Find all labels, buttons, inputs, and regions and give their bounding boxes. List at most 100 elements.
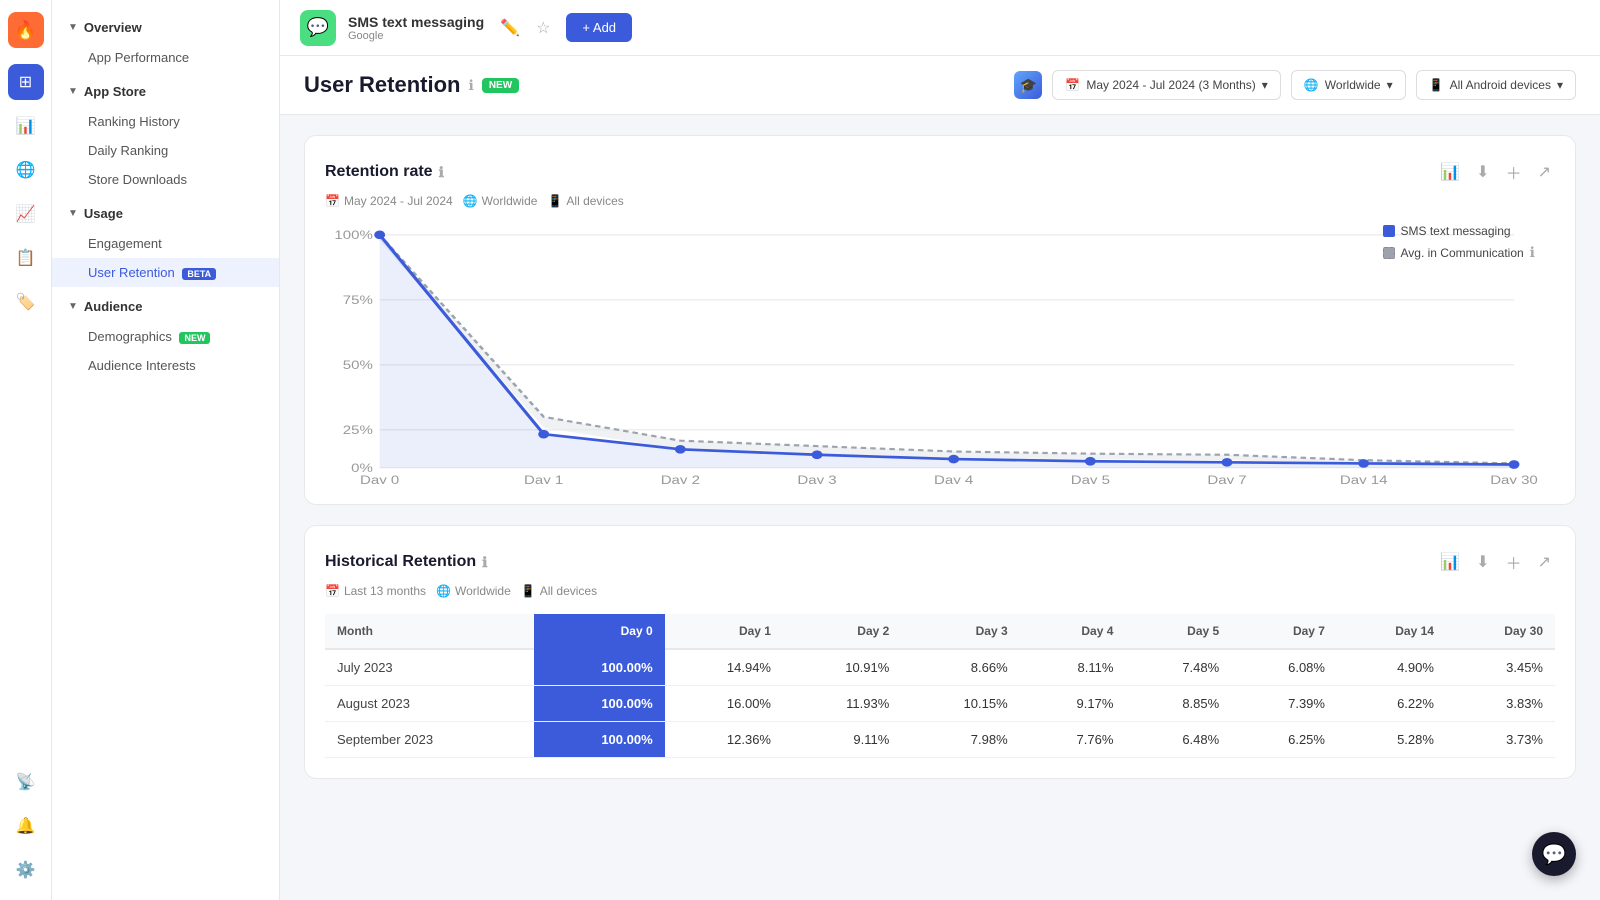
- share-icon[interactable]: ↗: [1534, 158, 1555, 186]
- cell-d3: 7.98%: [901, 722, 1019, 758]
- rail-icon-overview[interactable]: ⊞: [8, 64, 44, 100]
- cell-d14: 6.22%: [1337, 686, 1446, 722]
- sidebar-item-engagement[interactable]: Engagement: [52, 229, 279, 258]
- rail-icon-settings[interactable]: ⚙️: [8, 852, 44, 888]
- cell-d2: 10.91%: [783, 649, 901, 686]
- svg-text:Day 7: Day 7: [1207, 473, 1246, 484]
- new-page-badge: NEW: [482, 78, 519, 93]
- edit-icon[interactable]: ✏️: [496, 14, 524, 42]
- sidebar-item-app-performance[interactable]: App Performance: [52, 43, 279, 72]
- rail-icon-globe[interactable]: 🌐: [8, 152, 44, 188]
- sidebar-item-audience-interests[interactable]: Audience Interests: [52, 351, 279, 380]
- cell-d2: 9.11%: [783, 722, 901, 758]
- cell-d30: 3.73%: [1446, 722, 1555, 758]
- sidebar-section-usage: ▼ Usage Engagement User Retention BETA: [52, 198, 279, 287]
- page-title: User Retention: [304, 72, 460, 98]
- svg-text:100%: 100%: [334, 229, 372, 242]
- svg-text:Day 4: Day 4: [934, 473, 974, 484]
- legend-info-icon[interactable]: ℹ: [1530, 244, 1535, 261]
- excel-icon[interactable]: 📊: [1436, 158, 1464, 186]
- cell-d5: 6.48%: [1125, 722, 1231, 758]
- legend-label-avg: Avg. in Communication: [1401, 246, 1524, 260]
- retention-rate-subtitle: 📅 May 2024 - Jul 2024 🌐 Worldwide 📱 All …: [325, 194, 1555, 208]
- table-row: September 2023100.00%12.36%9.11%7.98%7.7…: [325, 722, 1555, 758]
- info-icon[interactable]: ℹ: [439, 164, 444, 181]
- sidebar-item-demographics[interactable]: Demographics NEW: [52, 322, 279, 351]
- download-icon[interactable]: ⬇: [1472, 158, 1493, 186]
- cell-d30: 3.83%: [1446, 686, 1555, 722]
- subtitle-devices: 📱 All devices: [547, 194, 623, 208]
- download-icon[interactable]: ⬇: [1472, 548, 1493, 576]
- chart-legend: SMS text messaging Avg. in Communication…: [1383, 224, 1536, 261]
- rail-icon-trending[interactable]: 📈: [8, 196, 44, 232]
- chevron-icon: ▼: [68, 301, 78, 312]
- chevron-down-icon: ▾: [1262, 78, 1268, 92]
- sidebar-group-overview[interactable]: ▼ Overview: [52, 12, 279, 43]
- info-icon[interactable]: ℹ: [468, 77, 473, 94]
- cell-d5: 8.85%: [1125, 686, 1231, 722]
- add-button[interactable]: + Add: [566, 13, 632, 42]
- graduation-icon[interactable]: 🎓: [1014, 71, 1042, 99]
- cell-d3: 10.15%: [901, 686, 1019, 722]
- globe-small-icon: 🌐: [463, 194, 478, 208]
- share-icon[interactable]: ↗: [1534, 548, 1555, 576]
- sidebar-item-user-retention[interactable]: User Retention BETA: [52, 258, 279, 287]
- historical-card-actions: 📊 ⬇ ＋ ↗: [1436, 546, 1555, 578]
- sidebar-group-appstore[interactable]: ▼ App Store: [52, 76, 279, 107]
- app-icon: 💬: [300, 10, 336, 46]
- sidebar: ▼ Overview App Performance ▼ App Store R…: [52, 0, 280, 900]
- chevron-icon: ▼: [68, 208, 78, 219]
- svg-text:25%: 25%: [343, 424, 373, 437]
- legend-label-sms: SMS text messaging: [1401, 224, 1511, 238]
- svg-text:Day 14: Day 14: [1340, 473, 1388, 484]
- cell-month: September 2023: [325, 722, 534, 758]
- topbar-icons: ✏️ ☆: [496, 14, 554, 42]
- rail-icon-docs[interactable]: 📋: [8, 240, 44, 276]
- region-control[interactable]: 🌐 Worldwide ▾: [1291, 70, 1406, 100]
- cell-d7: 6.25%: [1231, 722, 1337, 758]
- retention-chart-svg: 100% 75% 50% 25% 0%: [325, 224, 1555, 484]
- device-icon: 📱: [1429, 78, 1444, 92]
- rail-icon-tag[interactable]: 🏷️: [8, 284, 44, 320]
- topbar: 💬 SMS text messaging Google ✏️ ☆ + Add: [280, 0, 1600, 56]
- info-icon[interactable]: ℹ: [482, 554, 487, 571]
- sidebar-item-ranking-history[interactable]: Ranking History: [52, 107, 279, 136]
- new-badge: NEW: [179, 332, 210, 344]
- cell-d14: 5.28%: [1337, 722, 1446, 758]
- sidebar-item-daily-ranking[interactable]: Daily Ranking: [52, 136, 279, 165]
- rail-icon-bell[interactable]: 🔔: [8, 808, 44, 844]
- star-icon[interactable]: ☆: [532, 14, 554, 42]
- add-icon[interactable]: ＋: [1502, 156, 1526, 188]
- rail-icon-satellite[interactable]: 📡: [8, 764, 44, 800]
- col-day5: Day 5: [1125, 614, 1231, 649]
- col-day0: Day 0: [534, 614, 665, 649]
- retention-rate-title: Retention rate ℹ: [325, 163, 444, 181]
- card-actions: 📊 ⬇ ＋ ↗: [1436, 156, 1555, 188]
- chevron-icon: ▼: [68, 86, 78, 97]
- cell-d1: 12.36%: [665, 722, 783, 758]
- legend-sms: SMS text messaging: [1383, 224, 1536, 238]
- devices-control[interactable]: 📱 All Android devices ▾: [1416, 70, 1576, 100]
- col-day14: Day 14: [1337, 614, 1446, 649]
- calendar-icon: 📅: [1065, 78, 1080, 92]
- sidebar-group-usage[interactable]: ▼ Usage: [52, 198, 279, 229]
- chat-bubble[interactable]: 💬: [1532, 832, 1576, 876]
- subtitle-date: 📅 Last 13 months: [325, 584, 426, 598]
- cell-month: July 2023: [325, 649, 534, 686]
- sidebar-item-store-downloads[interactable]: Store Downloads: [52, 165, 279, 194]
- rail-icon-chart[interactable]: 📊: [8, 108, 44, 144]
- calendar-small-icon: 📅: [325, 194, 340, 208]
- chevron-down-icon: ▾: [1557, 78, 1563, 92]
- svg-text:Day 2: Day 2: [661, 473, 700, 484]
- excel-icon[interactable]: 📊: [1436, 548, 1464, 576]
- date-range-control[interactable]: 📅 May 2024 - Jul 2024 (3 Months) ▾: [1052, 70, 1280, 100]
- svg-text:Day 5: Day 5: [1071, 473, 1110, 484]
- table-header-row: Month Day 0 Day 1 Day 2 Day 3 Day 4 Day …: [325, 614, 1555, 649]
- app-logo[interactable]: 🔥: [8, 12, 44, 48]
- sidebar-group-audience[interactable]: ▼ Audience: [52, 291, 279, 322]
- add-icon[interactable]: ＋: [1502, 546, 1526, 578]
- icon-rail: 🔥 ⊞ 📊 🌐 📈 📋 🏷️ 📡 🔔 ⚙️: [0, 0, 52, 900]
- subtitle-date: 📅 May 2024 - Jul 2024: [325, 194, 453, 208]
- globe-small-icon: 🌐: [436, 584, 451, 598]
- cell-d3: 8.66%: [901, 649, 1019, 686]
